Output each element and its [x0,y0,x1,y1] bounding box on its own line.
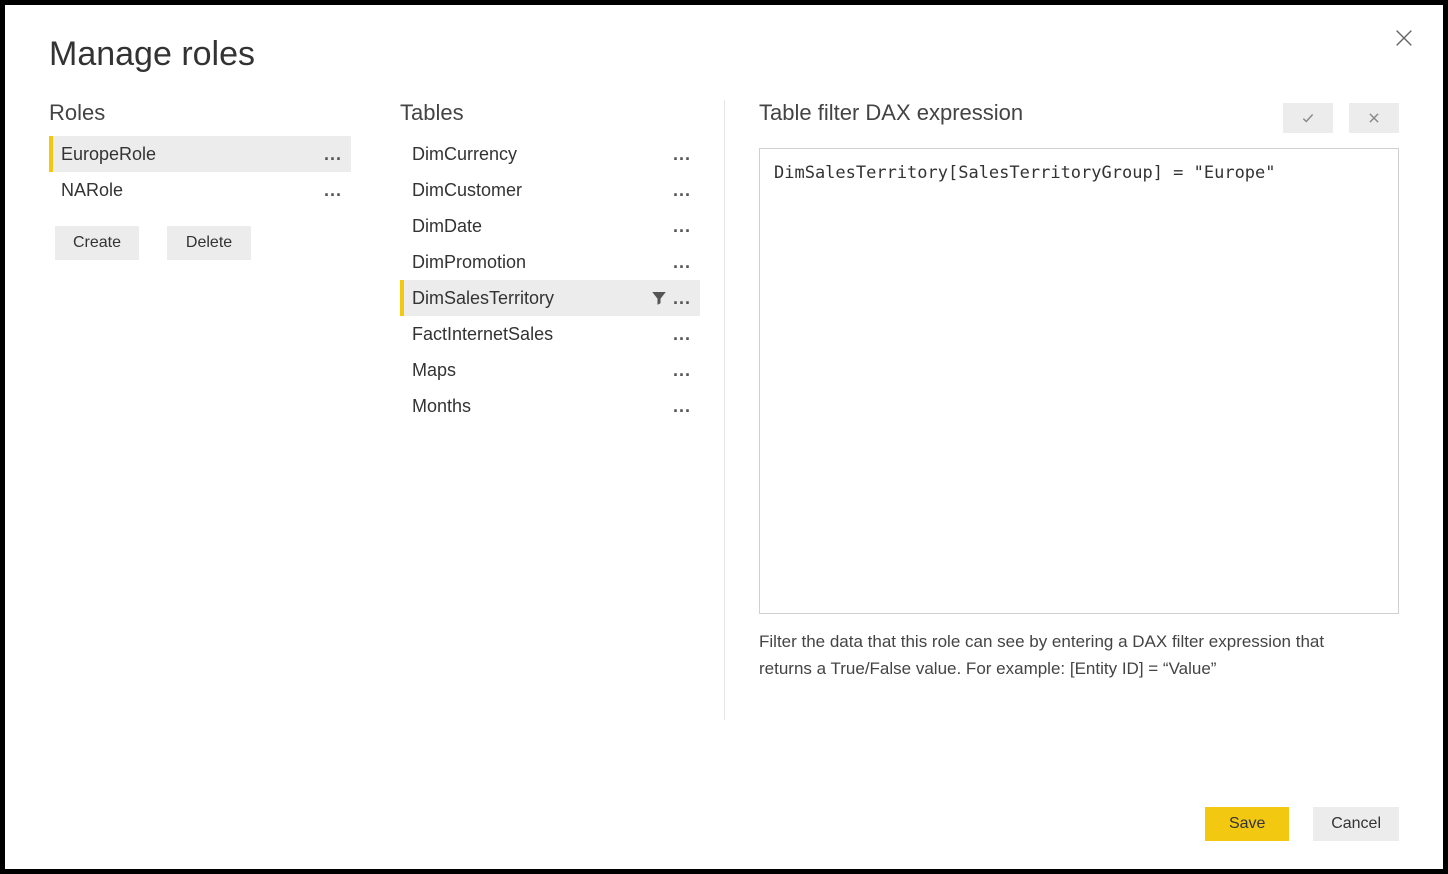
table-item-label: Months [412,396,670,417]
tables-header: Tables [400,100,700,126]
table-item-dimpromotion[interactable]: DimPromotion ... [400,244,700,280]
ellipsis-icon[interactable]: ... [670,288,694,309]
table-item-label: Maps [412,360,670,381]
role-item-label: EuropeRole [61,144,321,165]
table-item-dimsalesterritory[interactable]: DimSalesTerritory ... [400,280,700,316]
ellipsis-icon[interactable]: ... [670,252,694,273]
discard-expression-button[interactable] [1349,103,1399,133]
ellipsis-icon[interactable]: ... [670,324,694,345]
accept-expression-button[interactable] [1283,103,1333,133]
table-item-label: DimPromotion [412,252,670,273]
table-item-label: DimDate [412,216,670,237]
table-item-label: FactInternetSales [412,324,670,345]
dax-expression-editor[interactable]: DimSalesTerritory[SalesTerritoryGroup] =… [759,148,1399,614]
save-button[interactable]: Save [1205,807,1289,841]
role-item-narole[interactable]: NARole ... [49,172,351,208]
dialog-title: Manage roles [49,35,1399,74]
table-item-dimcustomer[interactable]: DimCustomer ... [400,172,700,208]
ellipsis-icon[interactable]: ... [321,144,345,165]
roles-panel: Roles EuropeRole ... NARole ... Create D… [49,100,375,260]
dax-panel: Table filter DAX expression DimSalesTerr… [725,100,1399,682]
ellipsis-icon[interactable]: ... [321,180,345,201]
tables-panel: Tables DimCurrency ... DimCustomer ... D… [375,100,725,720]
filter-icon [650,289,668,307]
ellipsis-icon[interactable]: ... [670,396,694,417]
role-item-label: NARole [61,180,321,201]
tables-list: DimCurrency ... DimCustomer ... DimDate … [400,136,700,424]
roles-header: Roles [49,100,351,126]
role-item-europerole[interactable]: EuropeRole ... [49,136,351,172]
dax-header: Table filter DAX expression [759,100,1023,126]
ellipsis-icon[interactable]: ... [670,216,694,237]
create-button[interactable]: Create [55,226,139,260]
roles-list: EuropeRole ... NARole ... [49,136,351,208]
table-item-label: DimSalesTerritory [412,288,650,309]
table-item-dimdate[interactable]: DimDate ... [400,208,700,244]
table-item-dimcurrency[interactable]: DimCurrency ... [400,136,700,172]
table-item-label: DimCurrency [412,144,670,165]
ellipsis-icon[interactable]: ... [670,144,694,165]
dax-hint-text: Filter the data that this role can see b… [759,628,1349,682]
close-icon[interactable] [1393,27,1415,49]
ellipsis-icon[interactable]: ... [670,360,694,381]
table-item-maps[interactable]: Maps ... [400,352,700,388]
delete-button[interactable]: Delete [167,226,251,260]
table-item-months[interactable]: Months ... [400,388,700,424]
ellipsis-icon[interactable]: ... [670,180,694,201]
cancel-button[interactable]: Cancel [1313,807,1399,841]
manage-roles-dialog: Manage roles Roles EuropeRole ... NARole… [0,0,1448,874]
table-item-factinternetsales[interactable]: FactInternetSales ... [400,316,700,352]
table-item-label: DimCustomer [412,180,670,201]
